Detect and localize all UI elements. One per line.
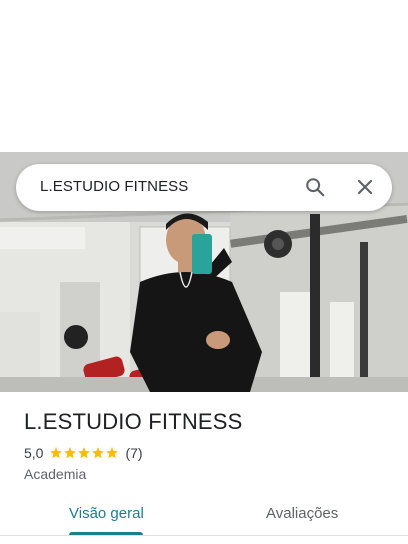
tab-overview[interactable]: Visão geral	[69, 505, 144, 522]
tab-reviews[interactable]: Avaliações	[266, 505, 338, 522]
review-count[interactable]: (7)	[125, 445, 142, 461]
rating-value: 5,0	[24, 445, 44, 461]
rating-row[interactable]: 5,0 (7)	[24, 444, 143, 462]
close-icon[interactable]	[355, 177, 375, 197]
place-title: L.ESTUDIO FITNESS	[24, 409, 243, 434]
star-rating	[49, 446, 119, 460]
star-icon	[78, 447, 91, 459]
star-icon	[64, 447, 77, 459]
star-icon	[92, 447, 105, 459]
star-icon	[50, 447, 63, 459]
tab-divider	[0, 535, 408, 536]
search-input[interactable]: L.ESTUDIO FITNESS	[40, 178, 188, 195]
place-category: Academia	[24, 466, 87, 482]
search-icon[interactable]	[304, 176, 326, 198]
search-bar[interactable]: L.ESTUDIO FITNESS	[16, 164, 392, 211]
star-icon	[106, 447, 119, 459]
